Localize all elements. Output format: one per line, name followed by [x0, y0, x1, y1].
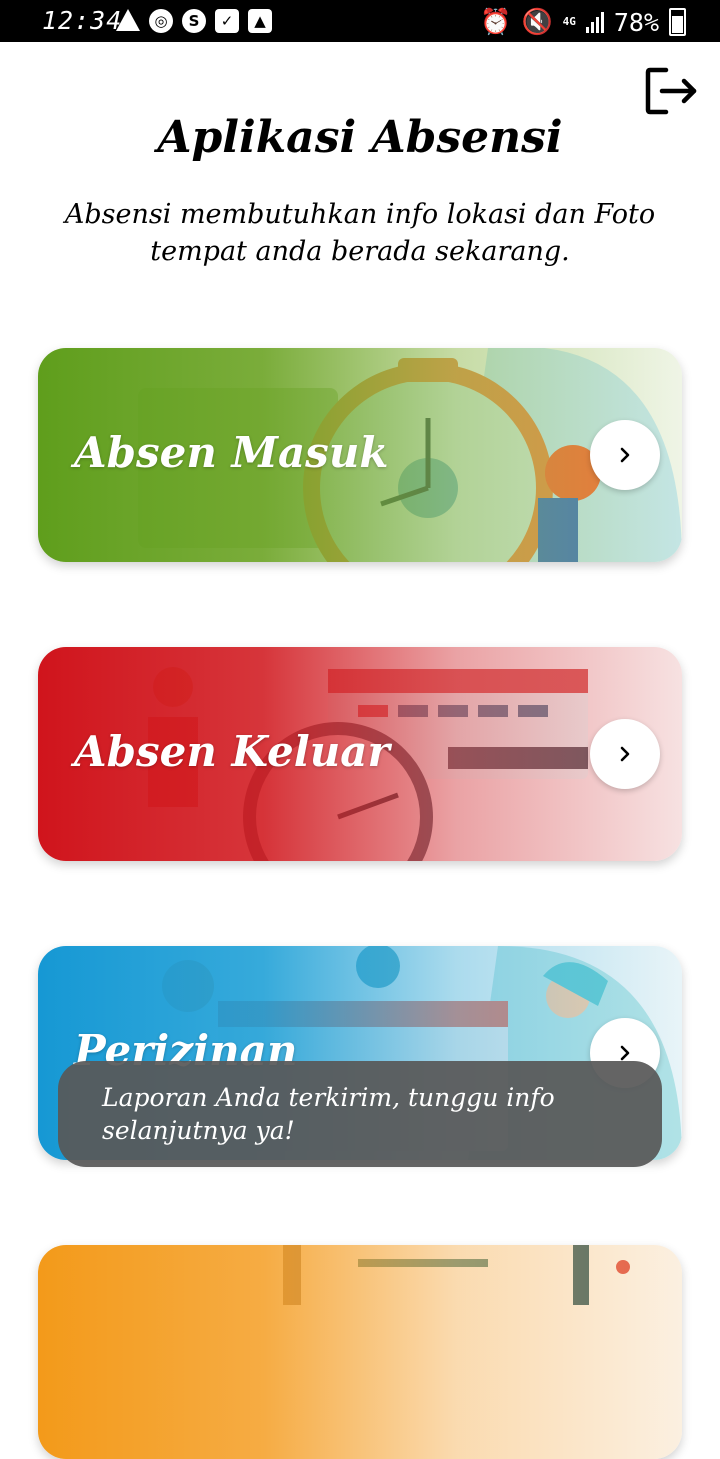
card-gradient	[38, 1245, 682, 1459]
network-type: 4G	[562, 15, 576, 28]
toast-message: Laporan Anda terkirim, tunggu info selan…	[102, 1083, 555, 1145]
logout-icon[interactable]	[644, 66, 700, 116]
chevron-right-icon	[620, 746, 630, 762]
chevron-right-icon	[620, 447, 630, 463]
card-label: Absen Keluar	[74, 727, 390, 776]
chevron-right-icon	[620, 1045, 630, 1061]
menu-card-4[interactable]	[38, 1245, 682, 1459]
page-title: Aplikasi Absensi	[157, 112, 563, 163]
s-app-icon: S	[182, 9, 206, 33]
checkbox-icon: ✓	[215, 9, 239, 33]
toast-notification: Laporan Anda terkirim, tunggu info selan…	[58, 1061, 662, 1167]
signal-icon	[585, 11, 604, 33]
chevron-right-button[interactable]	[590, 420, 660, 490]
alarm-icon: ⏰	[480, 7, 512, 36]
status-time: 12:34	[42, 6, 123, 35]
battery-icon	[669, 8, 686, 36]
globe-icon: ◎	[149, 9, 173, 33]
menu-card-absen-keluar[interactable]: Absen Keluar	[38, 647, 682, 861]
status-right: ⏰ 🔇 4G 78%	[480, 7, 686, 37]
warning-icon	[116, 9, 140, 31]
menu-card-absen-masuk[interactable]: Absen Masuk	[38, 348, 682, 562]
battery-percent: 78%	[613, 7, 659, 37]
status-bar: 12:34 ◎ S ✓ ▲ ⏰ 🔇 4G 78%	[0, 0, 720, 42]
image-icon: ▲	[248, 9, 272, 33]
card-label: Absen Masuk	[74, 428, 389, 477]
page-subtitle: Absensi membutuhkan info lokasi dan Foto…	[64, 199, 656, 267]
chevron-right-button[interactable]	[590, 719, 660, 789]
mute-icon: 🔇	[521, 7, 553, 36]
notification-icons: ◎ S ✓ ▲	[116, 9, 272, 33]
